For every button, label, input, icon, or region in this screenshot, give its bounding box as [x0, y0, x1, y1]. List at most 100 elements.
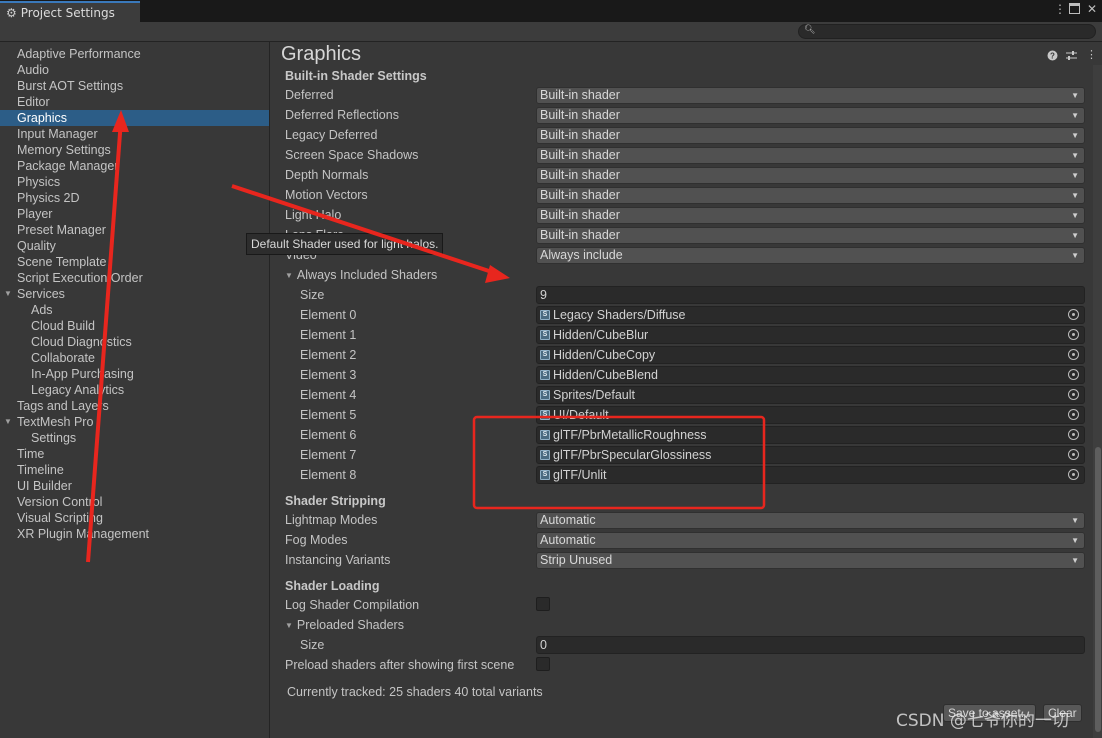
dropdown-legacy-deferred[interactable]: Built-in shader ▼	[536, 127, 1085, 144]
object-picker-icon[interactable]	[1068, 409, 1079, 420]
sidebar-item-timeline[interactable]: Timeline	[0, 462, 269, 478]
dropdown-video[interactable]: Always include ▼	[536, 247, 1085, 264]
label-element-3: Element 3	[300, 368, 357, 382]
expand-arrow-icon[interactable]: ▼	[4, 414, 12, 430]
tracked-shaders-status: Currently tracked: 25 shaders 40 total v…	[287, 685, 543, 699]
sidebar-item-cloud-diagnostics[interactable]: Cloud Diagnostics	[0, 334, 269, 350]
sidebar-item-collaborate[interactable]: Collaborate	[0, 350, 269, 366]
shader-field-element-2[interactable]: S Hidden/CubeCopy	[536, 346, 1085, 364]
sidebar-item-visual-scripting[interactable]: Visual Scripting	[0, 510, 269, 526]
sidebar-item-scene-template[interactable]: Scene Template	[0, 254, 269, 270]
search-input[interactable]: 🔍︎	[798, 24, 1096, 39]
sidebar-item-package-manager[interactable]: Package Manager	[0, 158, 269, 174]
dropdown-value: Built-in shader	[540, 88, 620, 102]
object-picker-icon[interactable]	[1068, 349, 1079, 360]
shader-field-element-0[interactable]: S Legacy Shaders/Diffuse	[536, 306, 1085, 324]
dropdown-lightmap-modes[interactable]: Automatic ▼	[536, 512, 1085, 529]
sidebar-item-legacy-analytics[interactable]: Legacy Analytics	[0, 382, 269, 398]
shader-name: glTF/Unlit	[553, 468, 607, 482]
size-field[interactable]: 9	[536, 286, 1085, 304]
sidebar-item-ads[interactable]: Ads	[0, 302, 269, 318]
shader-field-element-1[interactable]: S Hidden/CubeBlur	[536, 326, 1085, 344]
sidebar-item-time[interactable]: Time	[0, 446, 269, 462]
shader-field-element-7[interactable]: SglTF/PbrSpecularGlossiness	[536, 446, 1085, 464]
object-picker-icon[interactable]	[1068, 449, 1079, 460]
dropdown-arrow-icon: ▼	[1071, 211, 1079, 220]
dropdown-arrow-icon: ▼	[1071, 231, 1079, 240]
maximize-icon[interactable]	[1069, 3, 1080, 17]
dropdown-fog-modes[interactable]: Automatic ▼	[536, 532, 1085, 549]
sidebar-item-graphics[interactable]: Graphics	[0, 110, 269, 126]
sidebar-item-preset-manager[interactable]: Preset Manager	[0, 222, 269, 238]
shader-field-element-5[interactable]: S UI/Default	[536, 406, 1085, 424]
dropdown-lens-flare[interactable]: Built-in shader ▼	[536, 227, 1085, 244]
dropdown-value: Built-in shader	[540, 128, 620, 142]
sidebar-item-input-manager[interactable]: Input Manager	[0, 126, 269, 142]
dropdown-deferred-reflections[interactable]: Built-in shader ▼	[536, 107, 1085, 124]
object-picker-icon[interactable]	[1068, 369, 1079, 380]
shader-name: Legacy Shaders/Diffuse	[553, 308, 686, 322]
label-motion-vectors: Motion Vectors	[285, 188, 368, 202]
sidebar-item-xr-plugin-management[interactable]: XR Plugin Management	[0, 526, 269, 542]
shader-asset-icon: S	[540, 430, 550, 440]
close-icon[interactable]: ✕	[1087, 2, 1097, 16]
sidebar-item-version-control[interactable]: Version Control	[0, 494, 269, 510]
dropdown-screen-space-shadows[interactable]: Built-in shader ▼	[536, 147, 1085, 164]
shader-name: Sprites/Default	[553, 388, 635, 402]
shader-field-element-6[interactable]: SglTF/PbrMetallicRoughness	[536, 426, 1085, 444]
sidebar-item-tags-and-layers[interactable]: Tags and Layers	[0, 398, 269, 414]
foldout-arrow-icon: ▼	[285, 621, 293, 630]
sidebar-item-burst-aot[interactable]: Burst AOT Settings	[0, 78, 269, 94]
dropdown-motion-vectors[interactable]: Built-in shader ▼	[536, 187, 1085, 204]
help-icon[interactable]: ?	[1047, 50, 1058, 64]
kebab-menu-icon[interactable]: ⋮	[1086, 48, 1097, 61]
sidebar-item-physics[interactable]: Physics	[0, 174, 269, 190]
shader-asset-icon: S	[540, 410, 550, 420]
shader-name: Hidden/CubeCopy	[553, 348, 656, 362]
object-picker-icon[interactable]	[1068, 469, 1079, 480]
dropdown-arrow-icon: ▼	[1071, 91, 1079, 100]
foldout-preloaded-shaders[interactable]: ▼ Preloaded Shaders	[285, 618, 404, 632]
shader-field-element-8[interactable]: SglTF/Unlit	[536, 466, 1085, 484]
object-picker-icon[interactable]	[1068, 309, 1079, 320]
object-picker-icon[interactable]	[1068, 429, 1079, 440]
label-lightmap-modes: Lightmap Modes	[285, 513, 378, 527]
dropdown-value: Automatic	[540, 513, 596, 527]
sidebar-item-services[interactable]: ▼ Services	[0, 286, 269, 302]
shader-field-element-3[interactable]: S Hidden/CubeBlend	[536, 366, 1085, 384]
sidebar-item-adaptive-performance[interactable]: Adaptive Performance	[0, 46, 269, 62]
tab-project-settings[interactable]: ⚙ Project Settings	[0, 1, 140, 22]
object-picker-icon[interactable]	[1068, 329, 1079, 340]
dropdown-value: Automatic	[540, 533, 596, 547]
kebab-menu-icon[interactable]: ⋮	[1054, 2, 1066, 16]
sidebar-item-script-execution-order[interactable]: Script Execution Order	[0, 270, 269, 286]
sidebar-item-editor[interactable]: Editor	[0, 94, 269, 110]
expand-arrow-icon[interactable]: ▼	[4, 286, 12, 302]
sidebar-item-quality[interactable]: Quality	[0, 238, 269, 254]
preset-sliders-icon[interactable]	[1066, 50, 1077, 64]
sidebar-item-ui-builder[interactable]: UI Builder	[0, 478, 269, 494]
dropdown-light-halo[interactable]: Built-in shader ▼	[536, 207, 1085, 224]
sidebar-item-memory-settings[interactable]: Memory Settings	[0, 142, 269, 158]
label-element-8: Element 8	[300, 468, 357, 482]
label-fog-modes: Fog Modes	[285, 533, 348, 547]
checkbox-preload-after-first-scene[interactable]	[536, 657, 550, 671]
sidebar-item-cloud-build[interactable]: Cloud Build	[0, 318, 269, 334]
sidebar-item-in-app-purchasing[interactable]: In-App Purchasing	[0, 366, 269, 382]
sidebar-item-textmesh-pro[interactable]: ▼ TextMesh Pro	[0, 414, 269, 430]
dropdown-depth-normals[interactable]: Built-in shader ▼	[536, 167, 1085, 184]
sidebar-item-audio[interactable]: Audio	[0, 62, 269, 78]
shader-field-element-4[interactable]: S Sprites/Default	[536, 386, 1085, 404]
foldout-always-included-shaders[interactable]: ▼ Always Included Shaders	[285, 268, 437, 282]
preloaded-size-field[interactable]: 0	[536, 636, 1085, 654]
scrollbar-thumb[interactable]	[1095, 447, 1101, 732]
checkbox-log-shader-compilation[interactable]	[536, 597, 550, 611]
sidebar-item-textmesh-settings[interactable]: Settings	[0, 430, 269, 446]
sidebar-item-player[interactable]: Player	[0, 206, 269, 222]
label-element-4: Element 4	[300, 388, 357, 402]
dropdown-instancing-variants[interactable]: Strip Unused ▼	[536, 552, 1085, 569]
dropdown-deferred[interactable]: Built-in shader ▼	[536, 87, 1085, 104]
shader-name: glTF/PbrSpecularGlossiness	[553, 448, 712, 462]
object-picker-icon[interactable]	[1068, 389, 1079, 400]
sidebar-item-physics-2d[interactable]: Physics 2D	[0, 190, 269, 206]
